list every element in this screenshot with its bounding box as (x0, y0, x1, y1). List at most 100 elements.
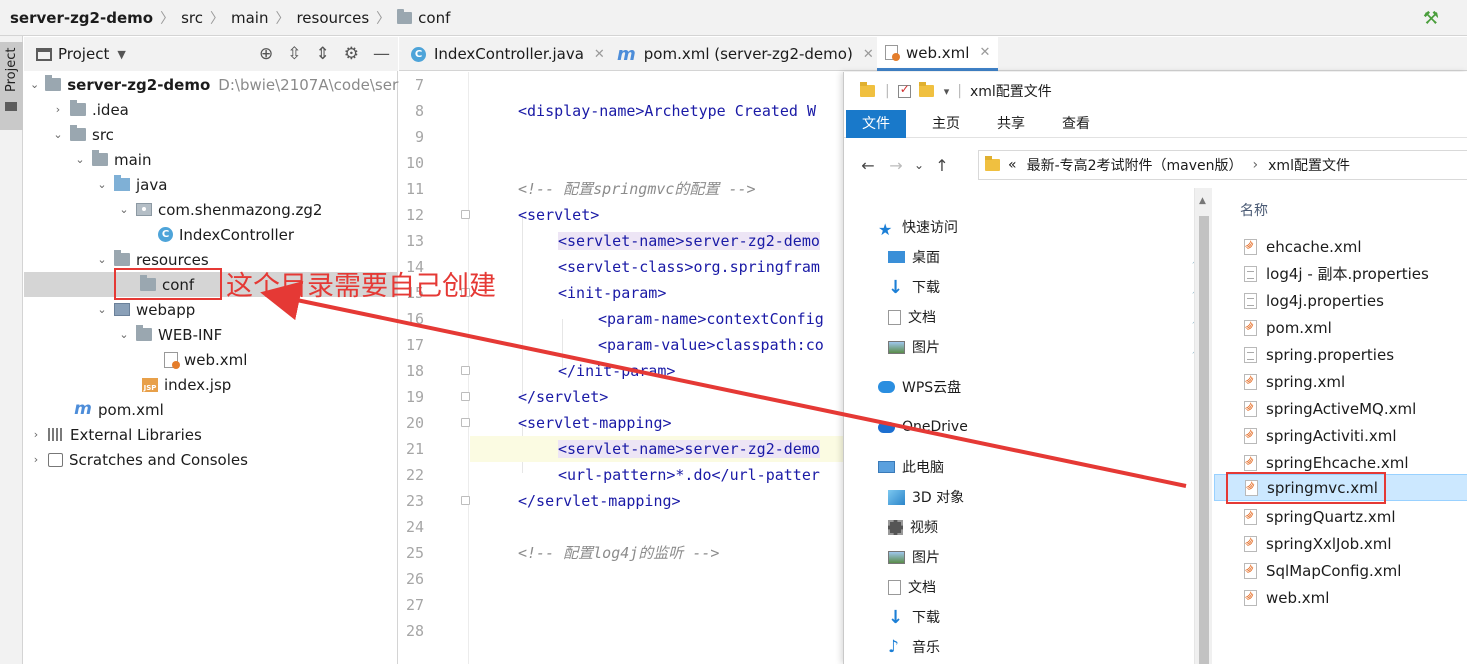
nav-desktop[interactable]: 桌面 📌 (888, 242, 1228, 272)
close-icon[interactable]: ✕ (979, 45, 990, 60)
fold-marker[interactable] (461, 392, 470, 401)
gear-icon[interactable]: ⚙ (344, 44, 359, 64)
tree-item-pom-xml[interactable]: m pom.xml (24, 397, 398, 422)
tree-item-project-root[interactable]: ⌄ server-zg2-demo D:\bwie\2107A\code\ser… (24, 72, 407, 97)
tree-item-indexcontroller[interactable]: C IndexController (24, 222, 398, 247)
scrollbar-thumb[interactable] (1199, 216, 1209, 664)
star-icon: ★ (878, 219, 893, 239)
nav-scrollbar[interactable]: ▲ (1194, 188, 1212, 664)
project-view-selector[interactable]: Project (58, 45, 109, 63)
nav-downloads-pc[interactable]: ↓ 下载 (888, 602, 1228, 632)
tree-item-label: External Libraries (70, 425, 202, 444)
chevron-down-icon[interactable]: ⌄ (118, 328, 130, 341)
file-item-springactivemq-xml[interactable]: springActiveMQ.xml (1214, 395, 1467, 422)
chevron-down-icon[interactable]: ▼ (117, 48, 125, 61)
properties-icon[interactable] (897, 82, 911, 98)
code-editor[interactable]: <display-name>Archetype Created W <!-- 配… (470, 72, 850, 664)
line-number: 28 (405, 622, 424, 640)
fold-marker[interactable] (461, 366, 470, 375)
file-item-ehcache-xml[interactable]: ehcache.xml (1214, 233, 1467, 260)
nav-pictures-pc[interactable]: 图片 (888, 542, 1228, 572)
expand-all-icon[interactable]: ⇳ (287, 44, 301, 64)
desktop-icon (888, 251, 905, 263)
chevron-down-icon[interactable]: ⌄ (52, 128, 64, 141)
file-item-web-xml[interactable]: web.xml (1214, 584, 1467, 611)
nav-pictures[interactable]: 图片 📌 (888, 332, 1228, 362)
ribbon-tab-home[interactable]: 主页 (916, 110, 976, 138)
fold-marker[interactable] (461, 210, 470, 219)
tree-item-web-xml[interactable]: web.xml (24, 347, 398, 372)
chevron-down-icon[interactable]: ⌄ (96, 303, 108, 316)
chevron-right-icon[interactable]: › (30, 428, 42, 441)
nav-quick-access[interactable]: ★ 快速访问 (878, 212, 1218, 242)
nav-videos[interactable]: 视频 (888, 512, 1228, 542)
address-segment-parent[interactable]: 最新-专高2考试附件（maven版） (1027, 155, 1243, 175)
file-item-springactiviti-xml[interactable]: springActiviti.xml (1214, 422, 1467, 449)
address-segment-current[interactable]: xml配置文件 (1268, 155, 1350, 175)
address-bar[interactable]: « 最新-专高2考试附件（maven版） › xml配置文件 (978, 150, 1467, 180)
breadcrumb-item-src[interactable]: src (181, 9, 203, 27)
ribbon-tab-share[interactable]: 共享 (981, 110, 1041, 138)
tree-item-index-jsp[interactable]: JSP index.jsp (24, 372, 398, 397)
file-item-springquartz-xml[interactable]: springQuartz.xml (1214, 503, 1467, 530)
back-icon[interactable]: ← (854, 156, 882, 175)
tree-item-java[interactable]: ⌄ java (24, 172, 398, 197)
chevron-right-icon[interactable]: › (52, 103, 64, 116)
file-item-springxxljob-xml[interactable]: springXxlJob.xml (1214, 530, 1467, 557)
tree-item-src[interactable]: ⌄ src (24, 122, 398, 147)
file-item-log4j-copy-properties[interactable]: log4j - 副本.properties (1214, 260, 1467, 287)
chevron-right-icon[interactable]: › (30, 453, 42, 466)
chevron-down-icon[interactable]: ⌄ (74, 153, 86, 166)
tab-web-xml[interactable]: web.xml ✕ (877, 37, 999, 71)
chevron-down-icon[interactable]: ⌄ (96, 178, 108, 191)
close-icon[interactable]: ✕ (863, 47, 874, 62)
breadcrumb-item-project[interactable]: server-zg2-demo (10, 9, 153, 27)
chevron-right-icon[interactable]: › (1253, 157, 1259, 173)
column-header-name[interactable]: 名称 (1240, 200, 1268, 220)
tree-item-scratches[interactable]: › Scratches and Consoles (24, 447, 398, 472)
file-item-spring-properties[interactable]: spring.properties (1214, 341, 1467, 368)
chevron-down-icon[interactable]: ⌄ (118, 203, 130, 216)
tab-indexcontroller[interactable]: C IndexController.java ✕ (403, 37, 613, 71)
nav-music[interactable]: ♪ 音乐 (888, 632, 1228, 662)
forward-icon[interactable]: → (882, 156, 910, 175)
nav-wps-cloud[interactable]: WPS云盘 (878, 372, 1218, 402)
file-item-pom-xml[interactable]: pom.xml (1214, 314, 1467, 341)
close-icon[interactable]: ✕ (594, 47, 605, 62)
nav-3d-objects[interactable]: 3D 对象 (888, 482, 1228, 512)
chevron-down-icon[interactable]: ▾ (944, 85, 950, 98)
project-tool-tab[interactable]: Project (0, 42, 23, 130)
file-item-sqlmapconfig-xml[interactable]: SqlMapConfig.xml (1214, 557, 1467, 584)
breadcrumb-item-main[interactable]: main (231, 9, 268, 27)
file-item-log4j-properties[interactable]: log4j.properties (1214, 287, 1467, 314)
chevron-down-icon[interactable]: ⌄ (96, 253, 108, 266)
minimize-icon[interactable]: — (373, 44, 390, 64)
nav-downloads[interactable]: ↓ 下载 📌 (888, 272, 1228, 302)
ribbon-tab-file[interactable]: 文件 (846, 110, 906, 138)
chevron-down-icon[interactable]: ⌄ (910, 158, 928, 172)
new-folder-icon[interactable] (918, 82, 934, 97)
build-hammer-icon[interactable]: ⚒ (1423, 8, 1439, 29)
nav-onedrive[interactable]: OneDrive (878, 412, 1218, 442)
breadcrumb-item-conf[interactable]: conf (397, 8, 450, 27)
nav-documents-pc[interactable]: 文档 (888, 572, 1228, 602)
chevron-down-icon[interactable]: ⌄ (30, 78, 39, 91)
tree-item-idea[interactable]: › .idea (24, 97, 398, 122)
file-item-spring-xml[interactable]: spring.xml (1214, 368, 1467, 395)
up-icon[interactable]: ↑ (928, 156, 956, 175)
tree-item-external-libraries[interactable]: › External Libraries (24, 422, 398, 447)
nav-this-pc[interactable]: 此电脑 (878, 452, 1218, 482)
address-overflow[interactable]: « (1008, 157, 1017, 173)
collapse-all-icon[interactable]: ⇕ (316, 44, 330, 64)
nav-documents[interactable]: 文档 📌 (888, 302, 1228, 332)
tree-item-web-inf[interactable]: ⌄ WEB-INF (24, 322, 398, 347)
locate-icon[interactable]: ⊕ (259, 44, 273, 64)
breadcrumb-item-resources[interactable]: resources (296, 9, 369, 27)
tree-item-main[interactable]: ⌄ main (24, 147, 398, 172)
tree-item-package[interactable]: ⌄ com.shenmazong.zg2 (24, 197, 398, 222)
tab-pom-xml[interactable]: m pom.xml (server-zg2-demo) ✕ (609, 37, 882, 71)
fold-marker[interactable] (461, 418, 470, 427)
fold-marker[interactable] (461, 496, 470, 505)
ribbon-tab-view[interactable]: 查看 (1046, 110, 1106, 138)
scroll-up-icon[interactable]: ▲ (1199, 196, 1206, 206)
